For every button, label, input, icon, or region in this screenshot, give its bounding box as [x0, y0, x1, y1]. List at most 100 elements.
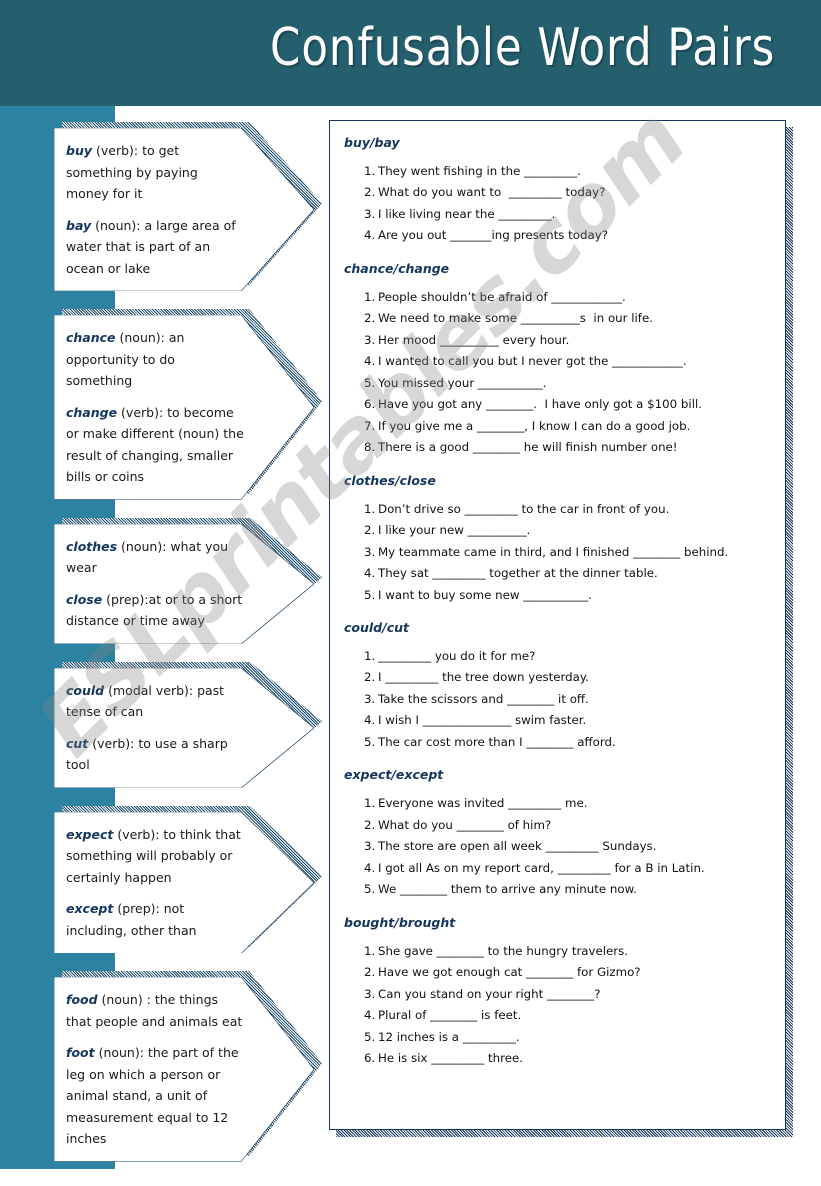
exercise-item-number: 1. — [364, 289, 376, 304]
exercise-item-text[interactable]: There is a good ________ he will finish … — [378, 437, 771, 458]
definition-arrow-body: food (noun) : the things that people and… — [54, 977, 314, 1162]
exercise-item-text[interactable]: If you give me a ________, I know I can … — [378, 416, 771, 437]
exercise-item[interactable]: 6. Have you got any ________. I have only… — [342, 394, 771, 415]
exercise-item-text[interactable]: We ________ them to arrive any minute no… — [378, 879, 771, 900]
exercise-item-text[interactable]: Don’t drive so _________ to the car in f… — [378, 499, 771, 520]
exercise-item[interactable]: 3. Her mood __________ every hour. — [342, 330, 771, 351]
exercise-item[interactable]: 3. I like living near the _________. — [342, 204, 771, 225]
exercise-item[interactable]: 4. Plural of ________ is feet. — [342, 1005, 771, 1026]
exercise-item[interactable]: 3. Can you stand on your right ________? — [342, 984, 771, 1005]
exercise-item[interactable]: 3. Take the scissors and ________ it off. — [342, 689, 771, 710]
exercise-item-text[interactable]: The store are open all week _________ Su… — [378, 836, 771, 857]
exercise-item[interactable]: 2. What do you ________ of him? — [342, 815, 771, 836]
exercise-item[interactable]: 1. They went fishing in the _________. — [342, 161, 771, 182]
exercise-item[interactable]: 1. People shouldn’t be afraid of ________… — [342, 287, 771, 308]
exercise-item-text[interactable]: Everyone was invited _________ me. — [378, 793, 771, 814]
exercise-item-number: 4. — [364, 228, 376, 243]
exercise-item-text[interactable]: Can you stand on your right ________? — [378, 984, 771, 1005]
definition-headword: close — [66, 591, 103, 607]
exercise-item-text[interactable]: Her mood __________ every hour. — [378, 330, 771, 351]
definition-entry: buy (verb): to get something by paying m… — [66, 140, 244, 205]
exercise-item-number: 5. — [364, 587, 376, 602]
exercise-item-text[interactable]: The car cost more than I ________ afford… — [378, 732, 771, 753]
exercise-group: clothes/close 1. Don’t drive so _________ … — [342, 473, 771, 606]
exercise-item[interactable]: 3. My teammate came in third, and I finis… — [342, 542, 771, 563]
exercise-item[interactable]: 5. You missed your ___________. — [342, 373, 771, 394]
exercise-item-number: 3. — [364, 986, 376, 1001]
definition-entry: except (prep): not including, other than — [66, 898, 244, 941]
exercise-group: buy/bay 1. They went fishing in the ______… — [342, 135, 771, 247]
definition-card: could (modal verb): past tense of can cut… — [54, 661, 322, 788]
exercise-item-number: 3. — [364, 691, 376, 706]
exercise-item[interactable]: 1. _________ you do it for me? — [342, 646, 771, 667]
exercise-item-text[interactable]: Plural of ________ is feet. — [378, 1005, 771, 1026]
exercise-item[interactable]: 5. I want to buy some new ___________. — [342, 585, 771, 606]
exercise-item-text[interactable]: Take the scissors and ________ it off. — [378, 689, 771, 710]
exercise-item[interactable]: 4. They sat _________ together at the din… — [342, 563, 771, 584]
exercise-item[interactable]: 1. She gave ________ to the hungry travel… — [342, 941, 771, 962]
exercise-item-text[interactable]: I got all As on my report card, ________… — [378, 858, 771, 879]
exercise-item-text[interactable]: I like your new __________. — [378, 520, 771, 541]
exercise-item-text[interactable]: They went fishing in the _________. — [378, 161, 771, 182]
exercise-item[interactable]: 1. Don’t drive so _________ to the car in… — [342, 499, 771, 520]
exercise-item-text[interactable]: What do you want to _________ today? — [378, 182, 771, 203]
exercise-item[interactable]: 2. What do you want to _________ today? — [342, 182, 771, 203]
definition-headword: except — [66, 901, 114, 916]
exercise-item[interactable]: 4. I wish I _______________ swim faster. — [342, 710, 771, 731]
exercise-item[interactable]: 6. He is six _________ three. — [342, 1048, 771, 1069]
definition-entry: foot (noun): the part of the leg on whic… — [66, 1042, 244, 1150]
exercise-item-number: 4. — [364, 566, 376, 581]
exercise-item-text[interactable]: People shouldn’t be afraid of __________… — [378, 287, 771, 308]
exercise-item-number: 1. — [364, 648, 376, 663]
exercise-item[interactable]: 1. Everyone was invited _________ me. — [342, 793, 771, 814]
definition-headword: food — [66, 992, 98, 1007]
exercise-item-text[interactable]: I _________ the tree down yesterday. — [378, 667, 771, 688]
exercise-item-text[interactable]: Are you out _______ing presents today? — [378, 225, 771, 246]
exercise-item-text[interactable]: What do you ________ of him? — [378, 815, 771, 836]
exercise-item[interactable]: 7. If you give me a ________, I know I ca… — [342, 416, 771, 437]
exercise-item[interactable]: 4. Are you out _______ing presents today? — [342, 225, 771, 246]
exercise-item-number: 1. — [364, 164, 376, 178]
definition-headword: change — [66, 404, 118, 420]
definition-entry: close (prep):at or to a short distance o… — [66, 589, 244, 632]
exercise-item-text[interactable]: Have we got enough cat ________ for Gizm… — [378, 962, 771, 983]
exercise-item-text[interactable]: They sat _________ together at the dinne… — [378, 563, 771, 584]
exercise-item-number: 6. — [364, 397, 376, 412]
exercise-item-text[interactable]: My teammate came in third, and I finishe… — [378, 542, 771, 563]
exercise-item[interactable]: 2. I _________ the tree down yesterday. — [342, 667, 771, 688]
exercise-item[interactable]: 5. The car cost more than I ________ affo… — [342, 732, 771, 753]
exercise-item[interactable]: 2. I like your new __________. — [342, 520, 771, 541]
definition-entry: could (modal verb): past tense of can — [66, 680, 244, 723]
exercise-item[interactable]: 4. I wanted to call you but I never got t… — [342, 351, 771, 372]
definition-entry: change (verb): to become or make differe… — [66, 402, 244, 488]
exercise-item[interactable]: 4. I got all As on my report card, ______… — [342, 858, 771, 879]
exercise-item[interactable]: 8. There is a good ________ he will finis… — [342, 437, 771, 458]
exercise-item-text[interactable]: I like living near the _________. — [378, 204, 771, 225]
exercise-group-heading: bought/brought — [344, 914, 456, 930]
exercise-item-number: 2. — [364, 311, 376, 326]
exercise-group-heading: chance/change — [344, 260, 450, 276]
exercise-item-number: 4. — [364, 1008, 376, 1023]
exercise-item-text[interactable]: You missed your ___________. — [378, 373, 771, 394]
exercise-item[interactable]: 5. We ________ them to arrive any minute … — [342, 879, 771, 900]
exercise-item[interactable]: 5. 12 inches is a _________. — [342, 1027, 771, 1048]
exercise-item[interactable]: 2. Have we got enough cat ________ for Gi… — [342, 962, 771, 983]
exercise-item-text[interactable]: I wanted to call you but I never got the… — [378, 351, 771, 372]
exercise-group-heading: clothes/close — [344, 472, 436, 488]
exercise-item-text[interactable]: _________ you do it for me? — [378, 646, 771, 667]
exercise-item-text[interactable]: 12 inches is a _________. — [378, 1027, 771, 1048]
exercise-item-text[interactable]: I want to buy some new ___________. — [378, 585, 771, 606]
exercise-item-text[interactable]: She gave ________ to the hungry traveler… — [378, 941, 771, 962]
exercise-item[interactable]: 3. The store are open all week _________ … — [342, 836, 771, 857]
definition-card: clothes (noun): what you wear close (prep… — [54, 517, 322, 644]
exercise-item-number: 1. — [364, 943, 376, 958]
exercise-group-heading: could/cut — [344, 619, 409, 635]
exercise-item-text[interactable]: He is six _________ three. — [378, 1048, 771, 1069]
definition-entry: food (noun) : the things that people and… — [66, 989, 244, 1032]
definition-text: (noun): a large area of water that is pa… — [66, 217, 236, 276]
exercise-item-number: 3. — [364, 206, 376, 221]
exercise-item-text[interactable]: Have you got any ________. I have only g… — [378, 394, 771, 415]
exercise-item-text[interactable]: I wish I _______________ swim faster. — [378, 710, 771, 731]
exercise-item[interactable]: 2. We need to make some __________s in ou… — [342, 308, 771, 329]
exercise-item-text[interactable]: We need to make some __________s in our … — [378, 308, 771, 329]
